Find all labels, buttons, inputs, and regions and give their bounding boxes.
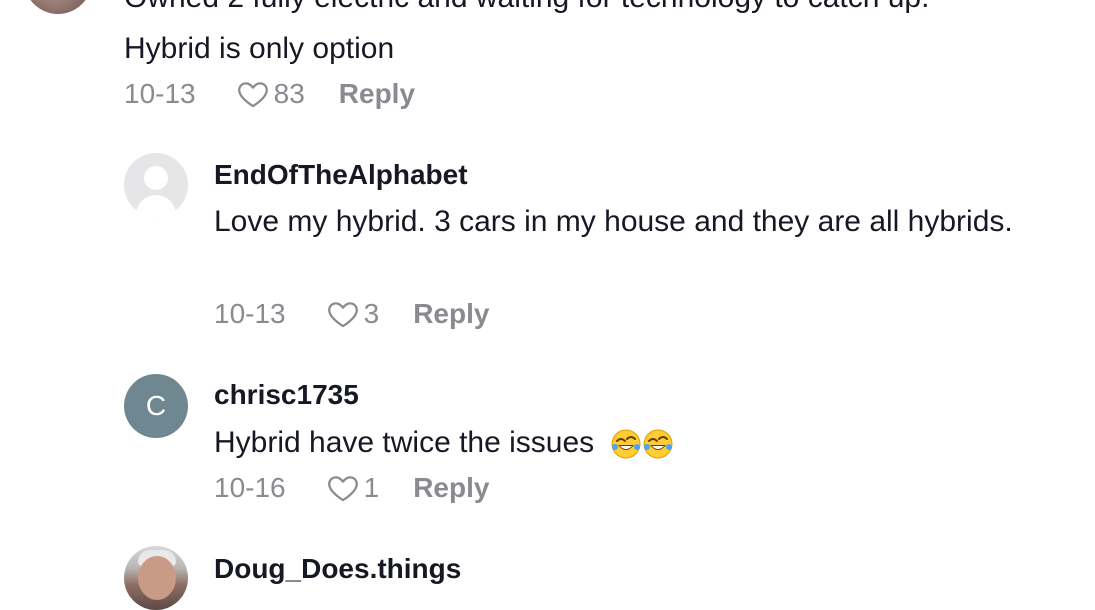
reply-button[interactable]: Reply: [413, 472, 489, 504]
username[interactable]: chrisc1735: [214, 378, 359, 412]
like-button[interactable]: 3: [326, 297, 380, 331]
username[interactable]: EndOfTheAlphabet: [214, 158, 468, 192]
avatar[interactable]: [124, 153, 188, 217]
like-button[interactable]: 83: [236, 77, 305, 111]
like-count: 83: [273, 78, 305, 109]
default-avatar-body: [136, 195, 176, 217]
avatar-letter: C: [145, 390, 167, 421]
heart-icon[interactable]: [326, 297, 360, 331]
avatar[interactable]: C: [124, 374, 188, 438]
like-count: 3: [363, 298, 380, 329]
comment-text: Hybrid is only option: [124, 32, 395, 65]
comment-meta: 10-13 83 Reply: [124, 76, 415, 112]
reply-button[interactable]: Reply: [339, 78, 415, 110]
heart-icon[interactable]: [236, 77, 270, 111]
like-button[interactable]: 1: [326, 471, 380, 505]
heart-icon[interactable]: [326, 471, 360, 505]
like-count: 1: [363, 472, 380, 503]
reply-text: Love my hybrid. 3 cars in my house and t…: [214, 205, 1013, 238]
reply-meta: 10-13 3 Reply: [214, 296, 489, 332]
reply-text: Hybrid have twice the issues: [214, 419, 1014, 467]
username[interactable]: Doug_Does.things: [214, 552, 461, 586]
rolling-on-floor-laughing-icon: [609, 427, 675, 461]
reply-button[interactable]: Reply: [413, 298, 489, 330]
reply-text-content: Hybrid have twice the issues: [214, 426, 595, 459]
reply-date: 10-13: [214, 298, 286, 329]
comment-date: 10-13: [124, 78, 196, 109]
comments-panel: Owned 2 fully electric and waiting for t…: [0, 0, 1095, 610]
reply-meta: 10-16 1 Reply: [214, 470, 489, 506]
avatar[interactable]: [124, 546, 188, 610]
reply-date: 10-16: [214, 472, 286, 503]
comment-text-line: Owned 2 fully electric and waiting for t…: [124, 0, 929, 13]
avatar-face: [138, 556, 176, 600]
default-avatar-head: [144, 166, 168, 190]
avatar[interactable]: [24, 0, 92, 14]
